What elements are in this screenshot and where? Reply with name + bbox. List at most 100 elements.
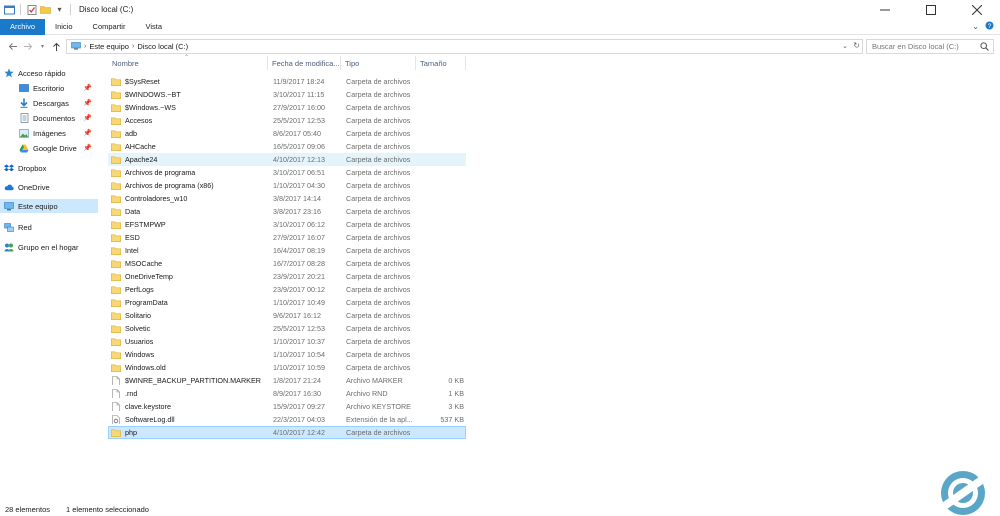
window-controls [862, 0, 1000, 19]
minimize-icon [880, 9, 890, 10]
file-type: Carpeta de archivos [346, 155, 411, 164]
file-row[interactable]: SoftwareLog.dll 22/3/2017 04:03 Extensión … [108, 413, 466, 426]
dropbox-icon [4, 163, 14, 173]
file-date: 11/9/2017 18:24 [273, 77, 325, 86]
file-name: ESD [125, 233, 140, 242]
file-row[interactable]: Windows 1/10/2017 10:54 Carpeta de archivo… [108, 348, 466, 361]
file-row[interactable]: clave.keystore 15/9/2017 09:27 Archivo KEY… [108, 400, 466, 413]
network-icon [4, 222, 14, 232]
file-row[interactable]: Controladores_w10 3/8/2017 14:14 Carpeta d… [108, 192, 466, 205]
file-row[interactable]: Archivos de programa (x86) 1/10/2017 04:3… [108, 179, 466, 192]
column-header-name[interactable]: Nombre [108, 56, 268, 70]
new-folder-icon[interactable] [40, 4, 51, 15]
tab-inicio[interactable]: Inicio [45, 19, 83, 35]
breadcrumb-este-equipo[interactable]: Este equipo [89, 42, 129, 51]
file-name-cell: $WINRE_BACKUP_PARTITION.MARKER [111, 376, 271, 385]
file-row[interactable]: Solvetic 25/5/2017 12:53 Carpeta de archiv… [108, 322, 466, 335]
file-row[interactable]: $SysReset 11/9/2017 18:24 Carpeta de archi… [108, 75, 466, 88]
tab-archivo[interactable]: Archivo [0, 18, 46, 35]
file-name-cell: Controladores_w10 [111, 194, 271, 203]
pin-icon[interactable]: 📌 [83, 144, 92, 152]
back-button[interactable] [6, 40, 19, 53]
file-date: 16/4/2017 08:19 [273, 246, 325, 255]
file-row[interactable]: OneDriveTemp 23/9/2017 20:21 Carpeta de ar… [108, 270, 466, 283]
address-bar[interactable]: › Este equipo › Disco local (C:) ⌄ ↻ [66, 39, 863, 54]
file-row[interactable]: EFSTMPWP 3/10/2017 06:12 Carpeta de archiv… [108, 218, 466, 231]
nav-item-label: Google Drive [33, 143, 77, 153]
breadcrumb-separator[interactable]: › [132, 43, 134, 50]
breadcrumb-separator[interactable]: › [84, 43, 86, 50]
file-row[interactable]: Accesos 25/5/2017 12:53 Carpeta de archivo… [108, 114, 466, 127]
file-name: Solvetic [125, 324, 151, 333]
file-name-cell: Solitario [111, 311, 271, 320]
file-row[interactable]: Windows.old 1/10/2017 10:59 Carpeta de arc… [108, 361, 466, 374]
pin-icon[interactable]: 📌 [83, 84, 92, 92]
nav-item-google-drive[interactable]: Google Drive 📌 [0, 141, 98, 155]
expand-ribbon-icon[interactable]: ⌄ [972, 22, 979, 31]
file-row[interactable]: Data 3/8/2017 23:16 Carpeta de archivos [108, 205, 466, 218]
file-type: Carpeta de archivos [346, 233, 411, 242]
nav-item-onedrive[interactable]: OneDrive [0, 180, 98, 194]
file-row[interactable]: $Windows.~WS 27/9/2017 16:00 Carpeta de ar… [108, 101, 466, 114]
file-row[interactable]: .rnd 8/9/2017 16:30 Archivo RND 1 KB [108, 387, 466, 400]
search-icon[interactable] [980, 42, 989, 53]
minimize-button[interactable] [862, 0, 908, 19]
nav-item-descargas[interactable]: Descargas 📌 [0, 96, 98, 110]
tab-vista[interactable]: Vista [135, 19, 172, 35]
file-row[interactable]: adb 8/6/2017 05:40 Carpeta de archivos [108, 127, 466, 140]
file-type: Carpeta de archivos [346, 324, 411, 333]
column-header-type[interactable]: Tipo [341, 56, 416, 70]
recent-locations-button[interactable]: ▾ [36, 40, 49, 53]
pin-icon[interactable]: 📌 [83, 99, 92, 107]
nav-item-escritorio[interactable]: Escritorio 📌 [0, 81, 98, 95]
file-icon [111, 389, 121, 398]
column-header-date[interactable]: Fecha de modifica... [268, 56, 341, 70]
file-row[interactable]: Intel 16/4/2017 08:19 Carpeta de archivos [108, 244, 466, 257]
explorer-app-icon[interactable] [4, 4, 15, 15]
file-row[interactable]: Archivos de programa 3/10/2017 06:51 Carpe… [108, 166, 466, 179]
file-row[interactable]: $WINDOWS.~BT 3/10/2017 11:15 Carpeta de ar… [108, 88, 466, 101]
file-row[interactable]: $WINRE_BACKUP_PARTITION.MARKER 1/8/2017 2… [108, 374, 466, 387]
folder-icon [111, 233, 121, 242]
file-date: 23/9/2017 00:12 [273, 285, 325, 294]
nav-item-red[interactable]: Red [0, 220, 98, 234]
nav-item-imagenes[interactable]: Imágenes 📌 [0, 126, 98, 140]
file-row[interactable]: ProgramData 1/10/2017 10:49 Carpeta de arc… [108, 296, 466, 309]
file-type: Carpeta de archivos [346, 168, 411, 177]
file-row[interactable]: PerfLogs 23/9/2017 00:12 Carpeta de archiv… [108, 283, 466, 296]
help-icon[interactable]: ? [985, 21, 994, 32]
file-row[interactable]: Usuarios 1/10/2017 10:37 Carpeta de archiv… [108, 335, 466, 348]
pin-icon[interactable]: 📌 [83, 114, 92, 122]
search-input[interactable] [872, 42, 982, 51]
nav-item-grupo-hogar[interactable]: Grupo en el hogar [0, 240, 98, 254]
refresh-icon[interactable]: ↻ [853, 41, 860, 50]
maximize-button[interactable] [908, 0, 954, 19]
file-row[interactable]: php 4/10/2017 12:42 Carpeta de archivos [108, 426, 466, 439]
close-button[interactable] [954, 0, 1000, 19]
file-date: 15/9/2017 09:27 [273, 402, 325, 411]
file-name-cell: PerfLogs [111, 285, 271, 294]
up-button[interactable] [50, 40, 63, 53]
nav-item-acceso-rapido[interactable]: Acceso rápido [0, 66, 98, 80]
pin-icon[interactable]: 📌 [83, 129, 92, 137]
file-type: Carpeta de archivos [346, 194, 411, 203]
file-row[interactable]: Apache24 4/10/2017 12:13 Carpeta de archiv… [108, 153, 466, 166]
column-header-size[interactable]: Tamaño [416, 56, 466, 70]
customize-toolbar-icon[interactable]: ▾ [54, 4, 65, 15]
folder-icon [111, 90, 121, 99]
file-row[interactable]: MSOCache 16/7/2017 08:28 Carpeta de archiv… [108, 257, 466, 270]
properties-icon[interactable] [26, 4, 37, 15]
file-row[interactable]: AHCache 16/5/2017 09:06 Carpeta de archivo… [108, 140, 466, 153]
address-dropdown-icon[interactable]: ⌄ [842, 42, 848, 50]
forward-button[interactable] [21, 40, 34, 53]
tab-compartir[interactable]: Compartir [83, 19, 136, 35]
nav-item-este-equipo[interactable]: Este equipo [0, 199, 98, 213]
search-box[interactable] [866, 39, 994, 54]
file-row[interactable]: ESD 27/9/2017 16:07 Carpeta de archivos [108, 231, 466, 244]
nav-item-dropbox[interactable]: Dropbox [0, 161, 98, 175]
breadcrumb-disco-local[interactable]: Disco local (C:) [137, 42, 188, 51]
file-type: Carpeta de archivos [346, 428, 411, 437]
file-date: 23/9/2017 20:21 [273, 272, 325, 281]
nav-item-documentos[interactable]: Documentos 📌 [0, 111, 98, 125]
file-row[interactable]: Solitario 9/6/2017 16:12 Carpeta de archiv… [108, 309, 466, 322]
